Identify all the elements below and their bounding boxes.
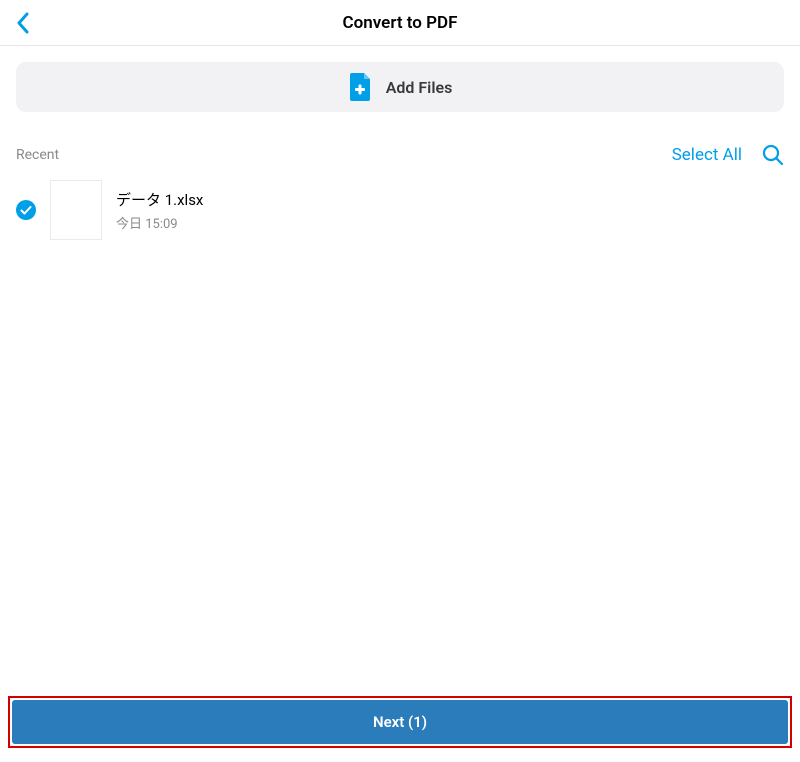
- section-title: Recent: [16, 147, 59, 163]
- search-button[interactable]: [762, 144, 784, 166]
- search-icon: [762, 144, 784, 166]
- chevron-left-icon: [16, 12, 30, 34]
- add-files-button[interactable]: Add Files: [16, 62, 784, 112]
- file-thumbnail: [50, 180, 102, 240]
- back-button[interactable]: [16, 12, 30, 34]
- selected-check-icon: [16, 200, 36, 220]
- file-name: データ 1.xlsx: [116, 189, 203, 210]
- file-meta: データ 1.xlsx 今日 15:09: [116, 189, 203, 232]
- next-button-label: Next (1): [373, 713, 427, 731]
- next-button-highlight: Next (1): [8, 696, 792, 748]
- next-button[interactable]: Next (1): [12, 700, 788, 744]
- select-all-button[interactable]: Select All: [672, 145, 742, 165]
- add-files-label: Add Files: [386, 78, 453, 97]
- file-item[interactable]: データ 1.xlsx 今日 15:09: [0, 180, 800, 240]
- section-header: Recent Select All: [0, 112, 800, 180]
- add-file-icon: [348, 73, 372, 101]
- page-title: Convert to PDF: [343, 13, 458, 33]
- file-timestamp: 今日 15:09: [116, 213, 203, 232]
- header: Convert to PDF: [0, 0, 800, 46]
- section-actions: Select All: [672, 144, 784, 166]
